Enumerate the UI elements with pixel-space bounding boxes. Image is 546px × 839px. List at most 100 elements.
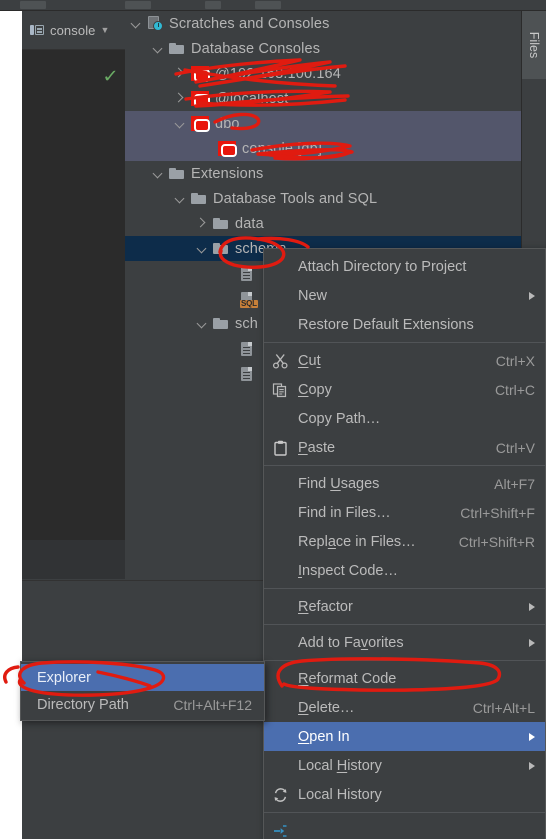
menu-separator [264,812,545,813]
menu-item-shortcut: Alt+F7 [494,475,535,492]
menu-item-label: Local History [298,757,382,774]
copy-icon [272,381,289,398]
tree-row[interactable]: console [db] [125,136,521,161]
menu-item-paste[interactable]: Paste Ctrl+V [264,433,545,462]
compare-icon [272,822,289,839]
menu-item-replace-in-files[interactable]: Replace in Files… Ctrl+Shift+R [264,527,545,556]
menu-item-label: Copy Path… [298,410,381,427]
folder-icon [191,192,207,205]
green-check-icon: ✓ [102,66,119,86]
tree-row[interactable]: Database Tools and SQL [125,186,521,211]
folder-icon [213,317,229,330]
menu-item-label: Find Usages [298,475,380,492]
submenu-item-label: Explorer [37,669,91,686]
menu-item-label: Paste [298,439,336,456]
console-output-area[interactable]: ✓ [22,50,125,540]
chevron-down-icon[interactable] [175,193,186,204]
chevron-down-icon[interactable] [131,18,142,29]
chevron-down-icon[interactable] [175,118,186,129]
chevron-right-icon[interactable] [175,93,186,104]
chevron-right-icon [529,638,535,647]
menu-item-refactor[interactable]: Refactor [264,592,545,621]
menu-item-find-usages[interactable]: Find Usages Alt+F7 [264,469,545,498]
menu-item-label: Add to Favorites [298,634,404,651]
menu-item-new[interactable]: New [264,281,545,310]
chevron-down-icon[interactable]: ▼ [101,25,110,35]
tab-files[interactable]: Files [521,11,546,79]
file-icon [240,366,254,382]
tree-row[interactable]: data [125,211,521,236]
menu-item-reload-from-disk[interactable]: Local History [264,780,545,809]
submenu-item-shortcut: Ctrl+Alt+F12 [173,696,252,713]
toolbar-chip[interactable] [125,1,151,9]
console-icon [30,24,45,36]
menu-item-delete[interactable]: Delete… Ctrl+Alt+L [264,693,545,722]
paste-icon [272,439,289,456]
context-menu[interactable]: Attach Directory to Project New Restore … [263,248,546,839]
chevron-down-icon[interactable] [197,243,208,254]
console-selector[interactable]: console ▼ [22,11,125,50]
datasource-icon [218,141,237,157]
tree-row[interactable]: @localhost [125,86,521,111]
chevron-right-icon[interactable] [197,218,208,229]
menu-item-attach-directory-to-project[interactable]: Attach Directory to Project [264,252,545,281]
menu-separator [264,465,545,466]
window-outside-gutter [0,11,22,839]
menu-item-reformat-code[interactable]: Reformat Code [264,664,545,693]
menu-item-add-to-favorites[interactable]: Add to Favorites [264,628,545,657]
menu-item-label: Restore Default Extensions [298,316,474,333]
menu-item-copy-path[interactable]: Copy Path… [264,404,545,433]
tree-row-label: sch [235,315,259,332]
menu-item-label: Delete… [298,699,355,716]
file-icon [240,341,254,357]
menu-item-copy[interactable]: Copy Ctrl+C [264,375,545,404]
menu-item-label: Find in Files… [298,504,391,521]
tree-row[interactable]: Database Consoles [125,36,521,61]
folder-icon [213,217,229,230]
open-in-submenu[interactable]: Explorer Directory Path Ctrl+Alt+F12 [20,661,265,721]
submenu-item-explorer[interactable]: Explorer [21,664,264,691]
tree-row-label: @192.168.100.164 [215,65,341,82]
console-label: console [50,22,96,38]
tree-row[interactable]: @192.168.100.164 [125,61,521,86]
tree-row-label: @localhost [215,90,289,107]
chevron-right-icon[interactable] [175,68,186,79]
menu-item-local-history[interactable]: Local History [264,751,545,780]
menu-item-compare-with[interactable] [264,816,545,839]
menu-item-label: Attach Directory to Project [298,258,467,275]
menu-item-cut[interactable]: Cut Ctrl+X [264,346,545,375]
tree-row-label: Database Consoles [191,40,321,57]
menu-item-inspect-code[interactable]: Inspect Code… [264,556,545,585]
menu-item-label: Open In [298,728,350,745]
chevron-down-icon[interactable] [197,318,208,329]
tree-row[interactable]: Scratches and Consoles [125,11,521,36]
menu-item-open-in[interactable]: Open In [264,722,545,751]
toolbar-chip[interactable] [255,1,281,9]
menu-item-shortcut: Ctrl+Alt+L [472,699,535,716]
folder-icon [169,167,185,180]
cut-icon [272,352,289,369]
tree-row-label: Extensions [191,165,264,182]
scratches-icon [147,16,164,31]
tree-row-label: dbo [215,115,240,132]
file-icon [240,266,254,282]
console-footer [22,540,125,579]
menu-item-label: Replace in Files… [298,533,416,550]
folder-icon [169,42,185,55]
toolbar-chip[interactable] [205,1,221,9]
console-tool-window: console ▼ ✓ [22,11,125,579]
tree-row-label: Database Tools and SQL [213,190,378,207]
chevron-right-icon [529,732,535,741]
tree-row[interactable]: Extensions [125,161,521,186]
toolbar-chip[interactable] [20,1,46,9]
submenu-item-directory-path[interactable]: Directory Path Ctrl+Alt+F12 [21,691,264,718]
datasource-icon [191,91,210,107]
datasource-icon [191,116,210,132]
tree-row[interactable]: dbo [125,111,521,136]
chevron-right-icon [529,602,535,611]
chevron-down-icon[interactable] [153,168,164,179]
menu-separator [264,624,545,625]
menu-item-restore-default-extensions[interactable]: Restore Default Extensions [264,310,545,339]
chevron-down-icon[interactable] [153,43,164,54]
menu-item-find-in-files[interactable]: Find in Files… Ctrl+Shift+F [264,498,545,527]
